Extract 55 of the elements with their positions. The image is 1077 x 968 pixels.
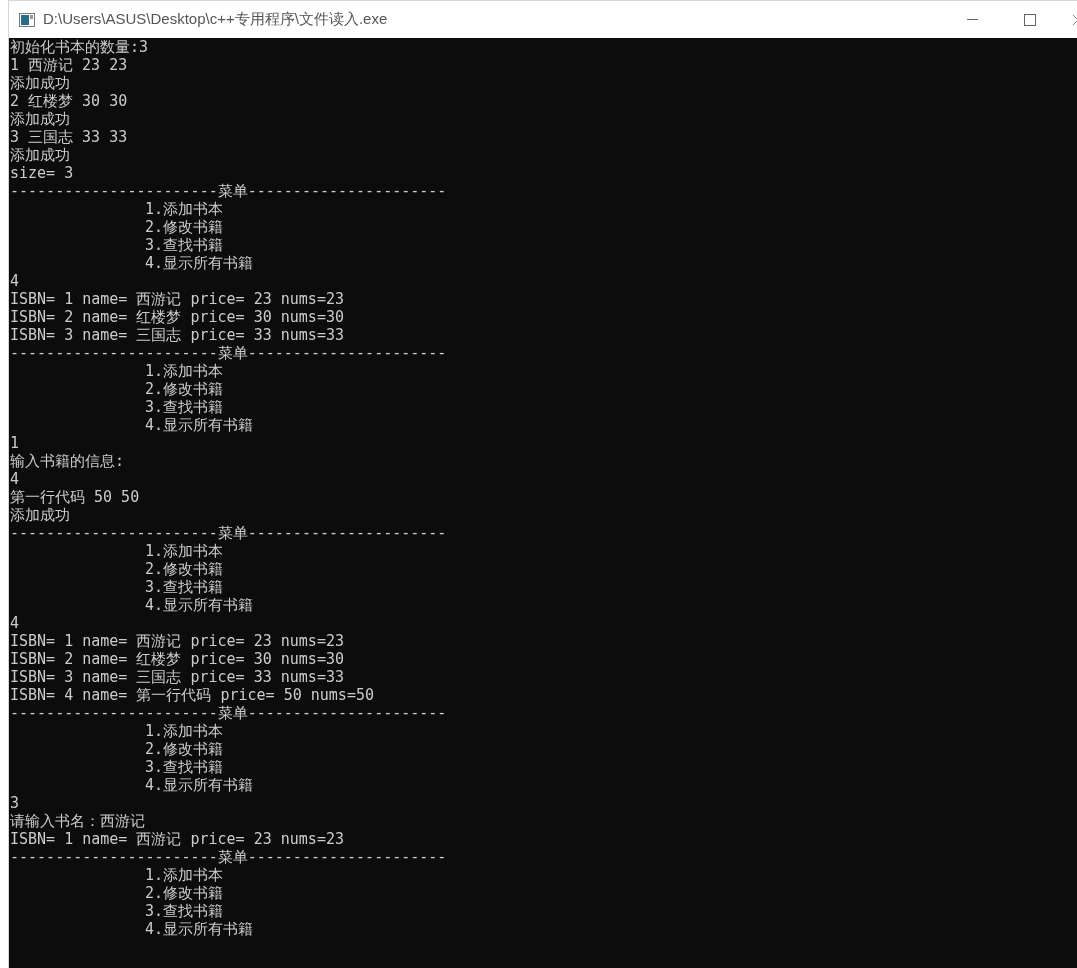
console-line: 初始化书本的数量:3 — [10, 38, 149, 56]
console-line: size= 3 — [10, 164, 74, 182]
menu-title-line: -----------------------菜单---------------------- — [10, 344, 447, 362]
menu-option: 3.查找书籍 — [145, 236, 224, 254]
console-app-icon — [19, 12, 35, 27]
console-line: 第一行代码 50 50 — [10, 488, 140, 506]
menu-option: 1.添加书本 — [145, 200, 224, 218]
menu-option: 4.显示所有书籍 — [145, 920, 254, 938]
console-line: 1 — [10, 434, 20, 452]
menu-title-line: -----------------------菜单---------------------- — [10, 704, 447, 722]
menu-option: 3.查找书籍 — [145, 398, 224, 416]
console-line: 添加成功 — [10, 110, 70, 128]
menu-option: 2.修改书籍 — [145, 380, 224, 398]
console-line: ISBN= 2 name= 红楼梦 price= 30 nums=30 — [10, 308, 344, 326]
console-line: 4 — [10, 470, 20, 488]
console-line: 添加成功 — [10, 506, 70, 524]
console-line: 添加成功 — [10, 74, 70, 92]
menu-title-line: -----------------------菜单---------------------- — [10, 182, 447, 200]
console-line: ISBN= 3 name= 三国志 price= 33 nums=33 — [10, 326, 344, 344]
console-line: 4 — [10, 272, 20, 290]
menu-option: 4.显示所有书籍 — [145, 596, 254, 614]
console-line: ISBN= 4 name= 第一行代码 price= 50 nums=50 — [10, 686, 374, 704]
console-line: 3 三国志 33 33 — [10, 128, 128, 146]
minimize-icon — [966, 18, 978, 21]
console-line: 请输入书名：西游记 — [10, 812, 145, 830]
maximize-icon — [1024, 13, 1036, 26]
window-title: D:\Users\ASUS\Desktop\c++专用程序\文件读入.exe — [43, 9, 388, 30]
menu-title-line: -----------------------菜单---------------------- — [10, 524, 447, 542]
console-line: 2 红楼梦 30 30 — [10, 92, 128, 110]
menu-title-line: -----------------------菜单---------------------- — [10, 848, 447, 866]
menu-option: 2.修改书籍 — [145, 884, 224, 902]
console-line: 1 西游记 23 23 — [10, 56, 128, 74]
menu-option: 2.修改书籍 — [145, 218, 224, 236]
console-line: 输入书籍的信息: — [10, 452, 125, 470]
console-line: ISBN= 2 name= 红楼梦 price= 30 nums=30 — [10, 650, 344, 668]
menu-option: 4.显示所有书籍 — [145, 254, 254, 272]
menu-option: 4.显示所有书籍 — [145, 776, 254, 794]
menu-option: 1.添加书本 — [145, 722, 224, 740]
close-icon[interactable] — [1073, 14, 1077, 25]
menu-option: 3.查找书籍 — [145, 578, 224, 596]
menu-option: 3.查找书籍 — [145, 758, 224, 776]
menu-option: 4.显示所有书籍 — [145, 416, 254, 434]
menu-option: 2.修改书籍 — [145, 740, 224, 758]
menu-option: 1.添加书本 — [145, 542, 224, 560]
console-line: ISBN= 1 name= 西游记 price= 23 nums=23 — [10, 830, 344, 848]
console-line: ISBN= 1 name= 西游记 price= 23 nums=23 — [10, 632, 344, 650]
menu-option: 2.修改书籍 — [145, 560, 224, 578]
menu-option: 1.添加书本 — [145, 362, 224, 380]
console-line: ISBN= 1 name= 西游记 price= 23 nums=23 — [10, 290, 344, 308]
console-line: 添加成功 — [10, 146, 70, 164]
console-line: 3 — [10, 794, 20, 812]
menu-option: 1.添加书本 — [145, 866, 224, 884]
menu-option: 3.查找书籍 — [145, 902, 224, 920]
console-line: ISBN= 3 name= 三国志 price= 33 nums=33 — [10, 668, 344, 686]
console-line: 4 — [10, 614, 20, 632]
